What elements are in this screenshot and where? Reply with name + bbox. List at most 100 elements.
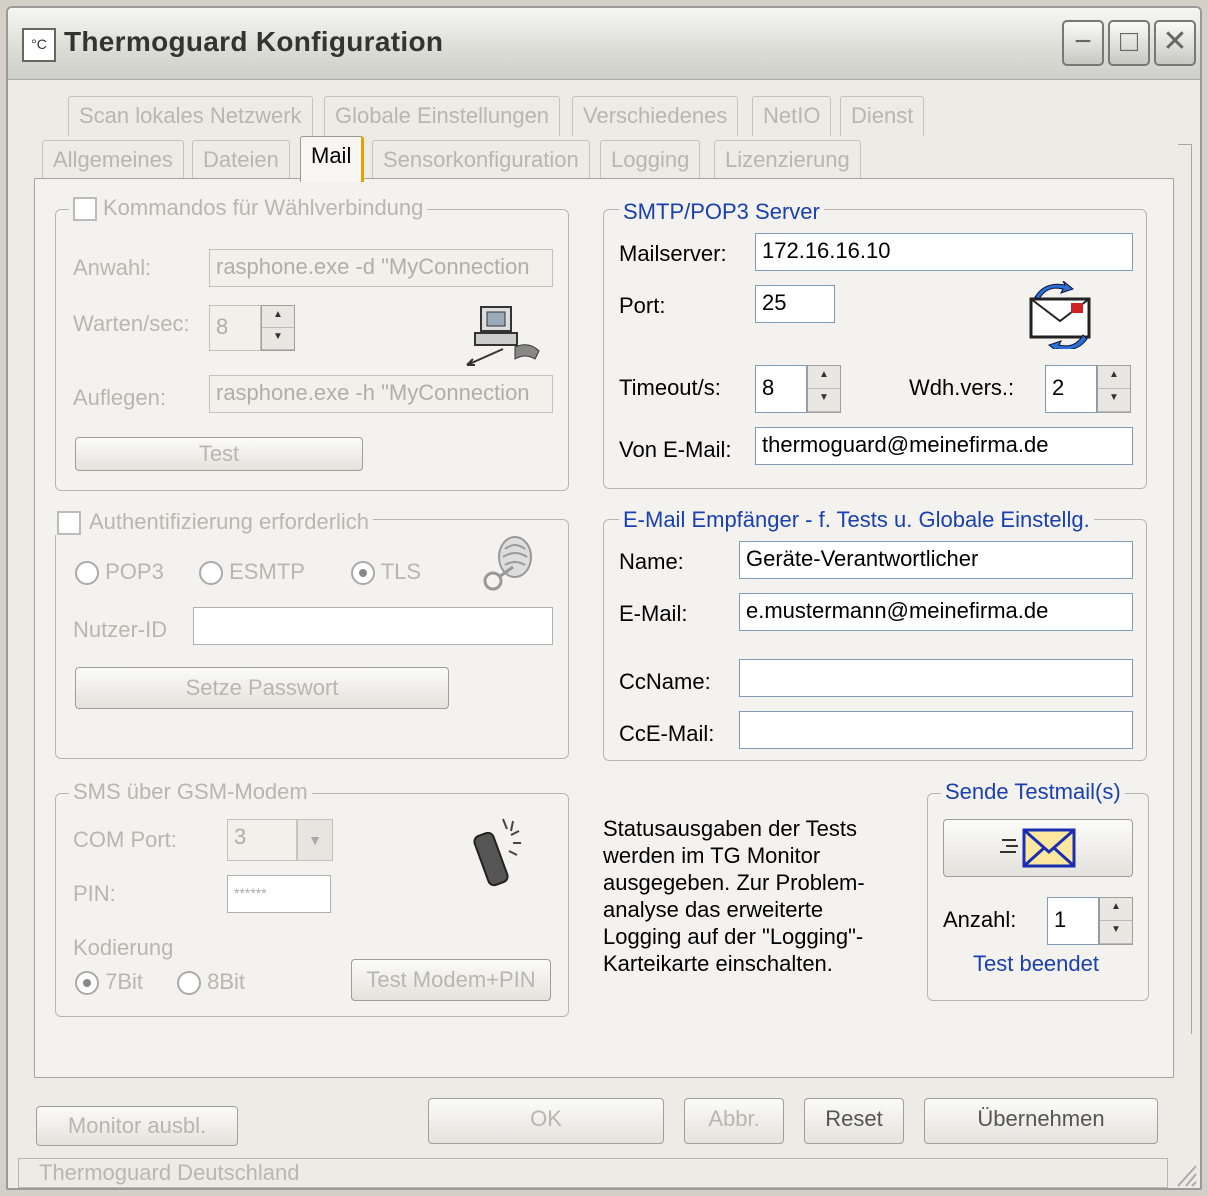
pin-label: PIN:	[73, 881, 116, 906]
radio-7bit-circle[interactable]	[75, 971, 99, 996]
port-input[interactable]: 25	[755, 285, 835, 323]
tab-logging[interactable]: Logging	[600, 140, 701, 180]
timeout-input[interactable]: 8	[755, 365, 807, 413]
spin-up-icon[interactable]: ▲	[1098, 366, 1130, 389]
recipient-name-input[interactable]: Geräte-Verantwortlicher	[739, 541, 1133, 579]
warten-label: Warten/sec:	[73, 311, 190, 336]
warten-spinner[interactable]: ▲ ▼	[261, 305, 295, 351]
anzahl-spinner[interactable]: ▲ ▼	[1099, 897, 1133, 945]
spin-down-icon[interactable]: ▼	[808, 389, 840, 412]
sms-legend: SMS über GSM-Modem	[69, 779, 312, 805]
recipient-legend: E-Mail Empfänger - f. Tests u. Globale E…	[619, 507, 1094, 533]
maximize-button[interactable]: □	[1108, 20, 1150, 66]
radio-8bit-label: 8Bit	[207, 969, 246, 994]
dialup-test-button[interactable]: Test	[75, 437, 363, 471]
tab-global-settings[interactable]: Globale Einstellungen	[324, 96, 561, 136]
smtp-legend: SMTP/POP3 Server	[619, 199, 824, 225]
minimize-icon: −	[1074, 25, 1092, 58]
spin-up-icon[interactable]: ▲	[808, 366, 840, 389]
timeout-label: Timeout/s:	[619, 375, 721, 400]
com-port-select[interactable]: 3	[227, 819, 297, 861]
resize-grip-icon[interactable]	[1172, 1158, 1198, 1188]
tab-misc[interactable]: Verschiedenes	[572, 96, 739, 136]
close-button[interactable]: ✕	[1154, 20, 1196, 66]
spin-up-icon[interactable]: ▲	[262, 306, 294, 328]
tab-sensor-config[interactable]: Sensorkonfiguration	[372, 140, 590, 180]
auth-checkbox[interactable]	[57, 511, 81, 536]
mailserver-label: Mailserver:	[619, 241, 727, 266]
status-bar-text: Thermoguard Deutschland	[39, 1160, 300, 1185]
spin-down-icon[interactable]: ▼	[262, 328, 294, 350]
reset-button[interactable]: Reset	[804, 1098, 904, 1144]
cancel-button[interactable]: Abbr.	[684, 1098, 784, 1144]
radio-tls-circle[interactable]	[351, 561, 375, 586]
tab-general[interactable]: Allgemeines	[42, 140, 184, 180]
spin-down-icon[interactable]: ▼	[1100, 921, 1132, 944]
tab-licensing[interactable]: Lizenzierung	[714, 140, 861, 180]
retries-spinner[interactable]: ▲ ▼	[1097, 365, 1131, 413]
thermometer-app-icon[interactable]: °C	[22, 28, 56, 62]
main-window: °C Thermoguard Konfiguration − □ ✕ Scan …	[6, 6, 1202, 1190]
anwahl-input[interactable]: rasphone.exe -d "MyConnection	[209, 249, 553, 287]
radio-7bit[interactable]: 7Bit	[75, 969, 144, 996]
send-testmail-button[interactable]	[943, 819, 1133, 877]
spin-up-icon[interactable]: ▲	[1100, 898, 1132, 921]
radio-7bit-label: 7Bit	[105, 969, 144, 994]
radio-esmtp-circle[interactable]	[199, 561, 223, 586]
tab-scan-network[interactable]: Scan lokales Netzwerk	[68, 96, 313, 136]
window-title: Thermoguard Konfiguration	[64, 26, 444, 57]
cc-name-input[interactable]	[739, 659, 1133, 697]
tab-netio[interactable]: NetIO	[752, 96, 832, 136]
mail-server-sync-icon	[1025, 280, 1097, 354]
status-line: Karteikarte einschalten.	[603, 951, 833, 976]
radio-pop3[interactable]: POP3	[75, 559, 164, 586]
auflegen-input[interactable]: rasphone.exe -h "MyConnection	[209, 375, 553, 413]
nutzer-input[interactable]	[193, 607, 553, 645]
tab-mail[interactable]: Mail	[300, 136, 365, 182]
test-modem-pin-button[interactable]: Test Modem+PIN	[351, 959, 551, 1001]
spin-down-icon[interactable]: ▼	[1098, 389, 1130, 412]
tab-service[interactable]: Dienst	[840, 96, 925, 136]
auflegen-label: Auflegen:	[73, 385, 166, 410]
from-email-input[interactable]: thermoguard@meinefirma.de	[755, 427, 1133, 465]
radio-pop3-label: POP3	[105, 559, 164, 584]
maximize-icon: □	[1119, 25, 1139, 58]
retries-input[interactable]: 2	[1045, 365, 1097, 413]
cc-email-label: CcE-Mail:	[619, 721, 715, 746]
recipient-email-label: E-Mail:	[619, 601, 688, 626]
radio-8bit-circle[interactable]	[177, 971, 201, 996]
hide-monitor-button[interactable]: Monitor ausbl.	[36, 1106, 238, 1146]
radio-8bit[interactable]: 8Bit	[177, 969, 246, 996]
status-line: analyse das erweiterte	[603, 897, 824, 922]
kodierung-label: Kodierung	[73, 935, 174, 960]
mailserver-input[interactable]: 172.16.16.10	[755, 233, 1133, 271]
mail-tab-panel: Kommandos für Wählverbindung Anwahl: ras…	[34, 178, 1174, 1078]
cc-email-input[interactable]	[739, 711, 1133, 749]
dialup-legend-text: Kommandos für Wählverbindung	[103, 195, 424, 220]
minimize-button[interactable]: −	[1062, 20, 1104, 66]
retries-label: Wdh.vers.:	[909, 375, 1015, 400]
recipient-email-input[interactable]: e.mustermann@meinefirma.de	[739, 593, 1133, 631]
fingerprint-key-icon	[481, 535, 537, 595]
title-bar[interactable]: °C Thermoguard Konfiguration − □ ✕	[8, 8, 1200, 80]
dialup-checkbox[interactable]	[73, 197, 97, 222]
pin-input[interactable]: ******	[227, 875, 331, 913]
radio-esmtp[interactable]: ESMTP	[199, 559, 305, 586]
nutzer-label: Nutzer-ID	[73, 617, 168, 642]
apply-button[interactable]: Übernehmen	[924, 1098, 1158, 1144]
anzahl-input[interactable]: 1	[1047, 897, 1099, 945]
status-line: ausgegeben. Zur Problem-	[603, 870, 865, 895]
envelope-icon	[1000, 828, 1076, 868]
radio-tls[interactable]: TLS	[351, 559, 421, 586]
set-password-button[interactable]: Setze Passwort	[75, 667, 449, 709]
radio-pop3-circle[interactable]	[75, 561, 99, 586]
auth-legend: Authentifizierung erforderlich	[53, 509, 374, 536]
ok-button[interactable]: OK	[428, 1098, 664, 1144]
anzahl-label: Anzahl:	[943, 907, 1017, 932]
warten-input[interactable]: 8	[209, 305, 261, 351]
timeout-spinner[interactable]: ▲ ▼	[807, 365, 841, 413]
status-line: werden im TG Monitor	[603, 843, 821, 868]
com-port-dropdown-icon[interactable]: ▼	[297, 819, 333, 861]
status-bar: Thermoguard Deutschland	[18, 1158, 1168, 1188]
tab-files[interactable]: Dateien	[192, 140, 290, 180]
